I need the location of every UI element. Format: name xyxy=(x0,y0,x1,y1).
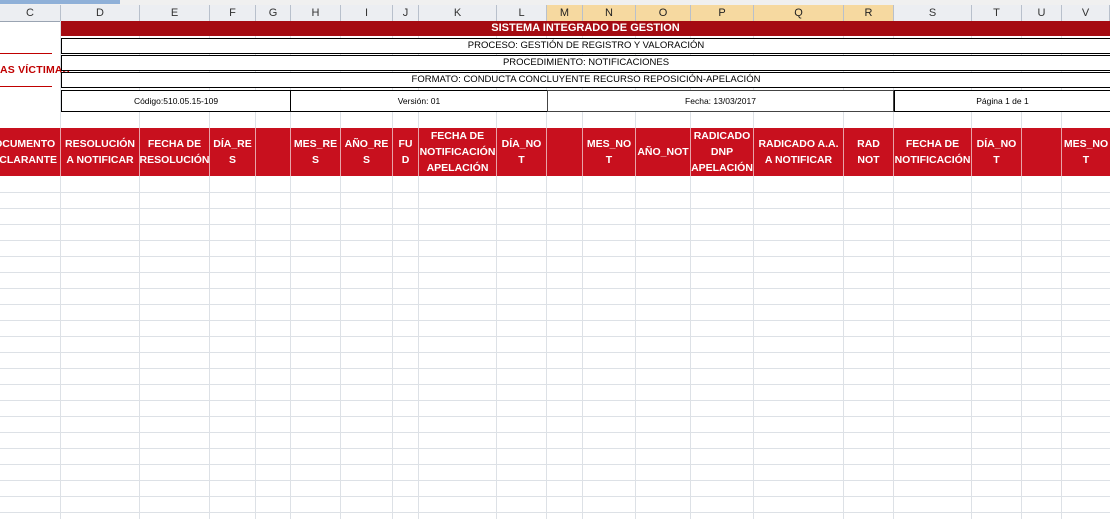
grid-line xyxy=(0,512,1110,513)
grid-line xyxy=(0,240,1110,241)
column-header-h[interactable]: H xyxy=(291,5,341,21)
column-header-e[interactable]: E xyxy=(140,5,210,21)
column-header-s[interactable]: S xyxy=(894,5,972,21)
column-header-d[interactable]: D xyxy=(61,5,140,21)
header-mes-not[interactable]: MES_NO T xyxy=(583,128,636,176)
header-documento-declarante[interactable]: OCUMENTO ECLARANTE xyxy=(0,128,61,176)
logo-rule-bottom xyxy=(0,86,52,87)
system-title[interactable]: SISTEMA INTEGRADO DE GESTION xyxy=(61,21,1110,36)
header-fecha-notificacion[interactable]: FECHA DE NOTIFICACIÓN xyxy=(894,128,972,176)
header-empty-u[interactable] xyxy=(1022,128,1062,176)
header-dia-not-2[interactable]: DÍA_NO T xyxy=(972,128,1022,176)
column-header-n[interactable]: N xyxy=(583,5,636,21)
header-mes-res[interactable]: MES_RE S xyxy=(291,128,341,176)
grid-line xyxy=(0,288,1110,289)
header-radicado-dnp-apelacion[interactable]: RADICADO DNP APELACIÓN xyxy=(691,128,754,176)
grid-line xyxy=(0,352,1110,353)
column-header-t[interactable]: T xyxy=(972,5,1022,21)
header-fecha-notificacion-apelacion[interactable]: FECHA DE NOTIFICACIÓN APELACIÓN xyxy=(419,128,497,176)
header-ano-res[interactable]: AÑO_RE S xyxy=(341,128,393,176)
column-header-c[interactable]: C xyxy=(0,5,61,21)
column-header-u[interactable]: U xyxy=(1022,5,1062,21)
column-header-q[interactable]: Q xyxy=(754,5,844,21)
column-header-o[interactable]: O xyxy=(636,5,691,21)
logo-text: AS VÍCTIMAS xyxy=(0,64,70,76)
header-rad-not[interactable]: RAD NOT xyxy=(844,128,894,176)
header-empty-m[interactable] xyxy=(547,128,583,176)
grid-line xyxy=(0,256,1110,257)
grid-line xyxy=(0,368,1110,369)
grid-line xyxy=(0,496,1110,497)
grid-line xyxy=(0,464,1110,465)
header-ano-not[interactable]: AÑO_NOT xyxy=(636,128,691,176)
header-dia-res[interactable]: DÍA_RE S xyxy=(210,128,256,176)
proceso-row[interactable]: PROCESO: GESTIÓN DE REGISTRO Y VALORACIÓ… xyxy=(61,38,1110,54)
column-header-i[interactable]: I xyxy=(341,5,393,21)
grid-line xyxy=(0,384,1110,385)
column-header-g[interactable]: G xyxy=(256,5,291,21)
grid-line xyxy=(0,336,1110,337)
grid-line xyxy=(0,224,1110,225)
grid-line xyxy=(0,320,1110,321)
column-header-v[interactable]: V xyxy=(1062,5,1110,21)
header-radicado-aa-a-notificar[interactable]: RADICADO A.A. A NOTIFICAR xyxy=(754,128,844,176)
grid-line xyxy=(0,400,1110,401)
column-header-k[interactable]: K xyxy=(419,5,497,21)
header-fud[interactable]: FU D xyxy=(393,128,419,176)
grid-line xyxy=(0,480,1110,481)
formato-row[interactable]: FORMATO: CONDUCTA CONCLUYENTE RECURSO RE… xyxy=(61,72,1110,88)
column-header-p[interactable]: P xyxy=(691,5,754,21)
header-mes-not-2[interactable]: MES_NO T xyxy=(1062,128,1110,176)
header-dia-not[interactable]: DÍA_NO T xyxy=(497,128,547,176)
logo-rule-top xyxy=(0,53,52,54)
column-header-r[interactable]: R xyxy=(844,5,894,21)
grid-line xyxy=(0,416,1110,417)
codigo-cell[interactable]: Código:510.05.15-109 xyxy=(61,90,291,112)
procedimiento-row[interactable]: PROCEDIMIENTO: NOTIFICACIONES xyxy=(61,55,1110,71)
version-cell[interactable]: Versión: 01 xyxy=(290,90,548,112)
grid-line xyxy=(0,304,1110,305)
header-resolucion-a-notificar[interactable]: RESOLUCIÓN A NOTIFICAR xyxy=(61,128,140,176)
grid-line xyxy=(0,272,1110,273)
pagina-cell[interactable]: Página 1 de 1 xyxy=(894,90,1110,112)
header-fecha-resolucion[interactable]: FECHA DE RESOLUCIÓN xyxy=(140,128,210,176)
column-header-f[interactable]: F xyxy=(210,5,256,21)
active-sheet-indicator xyxy=(0,0,120,4)
column-header-l[interactable]: L xyxy=(497,5,547,21)
column-header-bar: C D E F G H I J K L M N O P Q R S T U V xyxy=(0,5,1110,22)
column-header-m[interactable]: M xyxy=(547,5,583,21)
column-header-j[interactable]: J xyxy=(393,5,419,21)
header-empty-g[interactable] xyxy=(256,128,291,176)
grid-line xyxy=(0,208,1110,209)
grid-line xyxy=(0,432,1110,433)
fecha-cell[interactable]: Fecha: 13/03/2017 xyxy=(547,90,894,112)
grid-line xyxy=(0,192,1110,193)
grid-line xyxy=(0,448,1110,449)
